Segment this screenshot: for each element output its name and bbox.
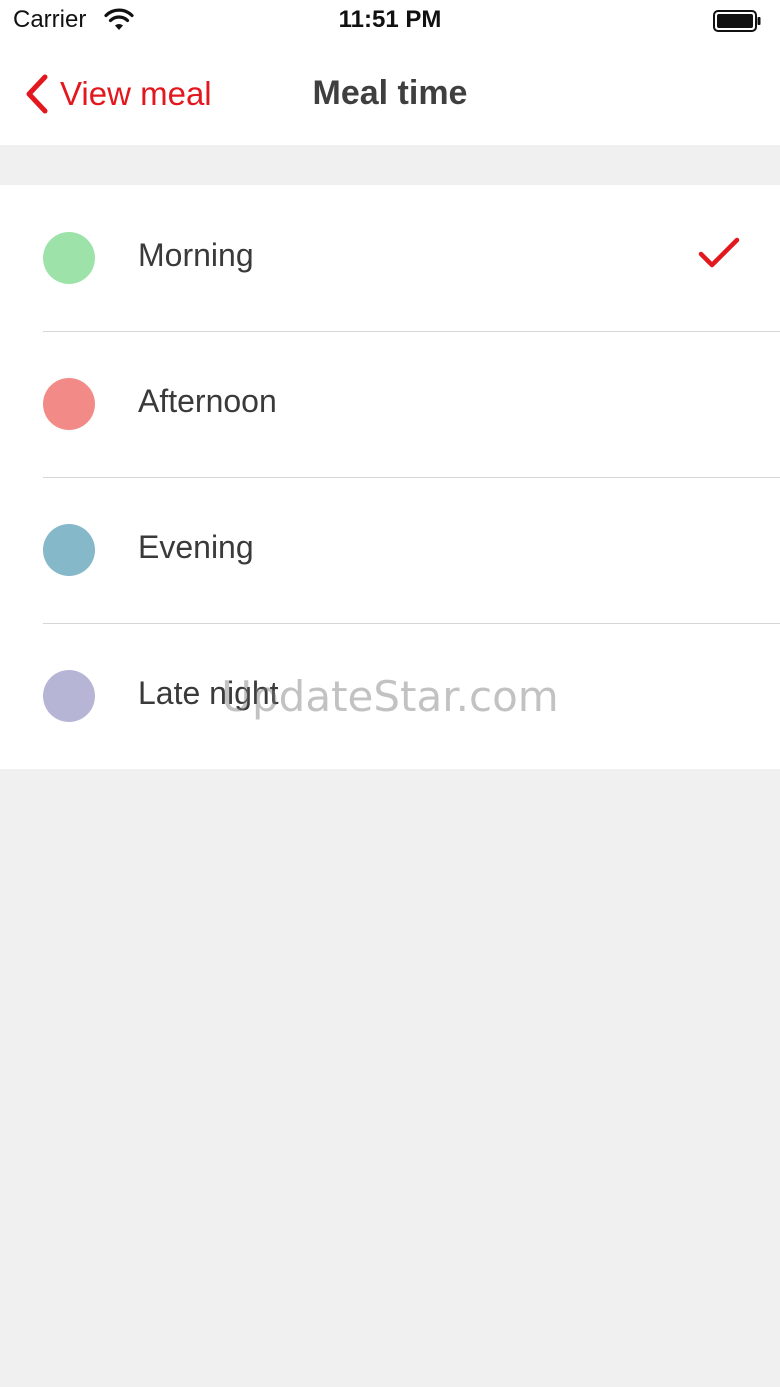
meal-time-label: Evening xyxy=(138,529,254,565)
row-separator xyxy=(43,623,780,624)
meal-time-option-afternoon[interactable]: Afternoon xyxy=(0,331,780,477)
color-dot xyxy=(43,670,95,722)
battery-icon xyxy=(713,10,761,32)
navigation-bar: View meal Meal time xyxy=(0,44,780,145)
meal-time-label: Afternoon xyxy=(138,383,277,419)
meal-time-option-late-night[interactable]: Late night xyxy=(0,623,780,769)
page-title: Meal time xyxy=(312,74,468,112)
meal-time-list: Morning Afternoon Evening Late night xyxy=(0,185,780,769)
color-dot xyxy=(43,524,95,576)
checkmark-icon xyxy=(698,237,740,268)
row-separator xyxy=(43,477,780,478)
status-time: 11:51 PM xyxy=(338,6,442,33)
status-bar: Carrier 11:51 PM xyxy=(0,0,780,44)
row-separator xyxy=(43,331,780,332)
meal-time-label: Morning xyxy=(138,237,254,273)
color-dot xyxy=(43,378,95,430)
meal-time-option-evening[interactable]: Evening xyxy=(0,477,780,623)
meal-time-label: Late night xyxy=(138,675,279,711)
color-dot xyxy=(43,232,95,284)
meal-time-option-morning[interactable]: Morning xyxy=(0,185,780,331)
